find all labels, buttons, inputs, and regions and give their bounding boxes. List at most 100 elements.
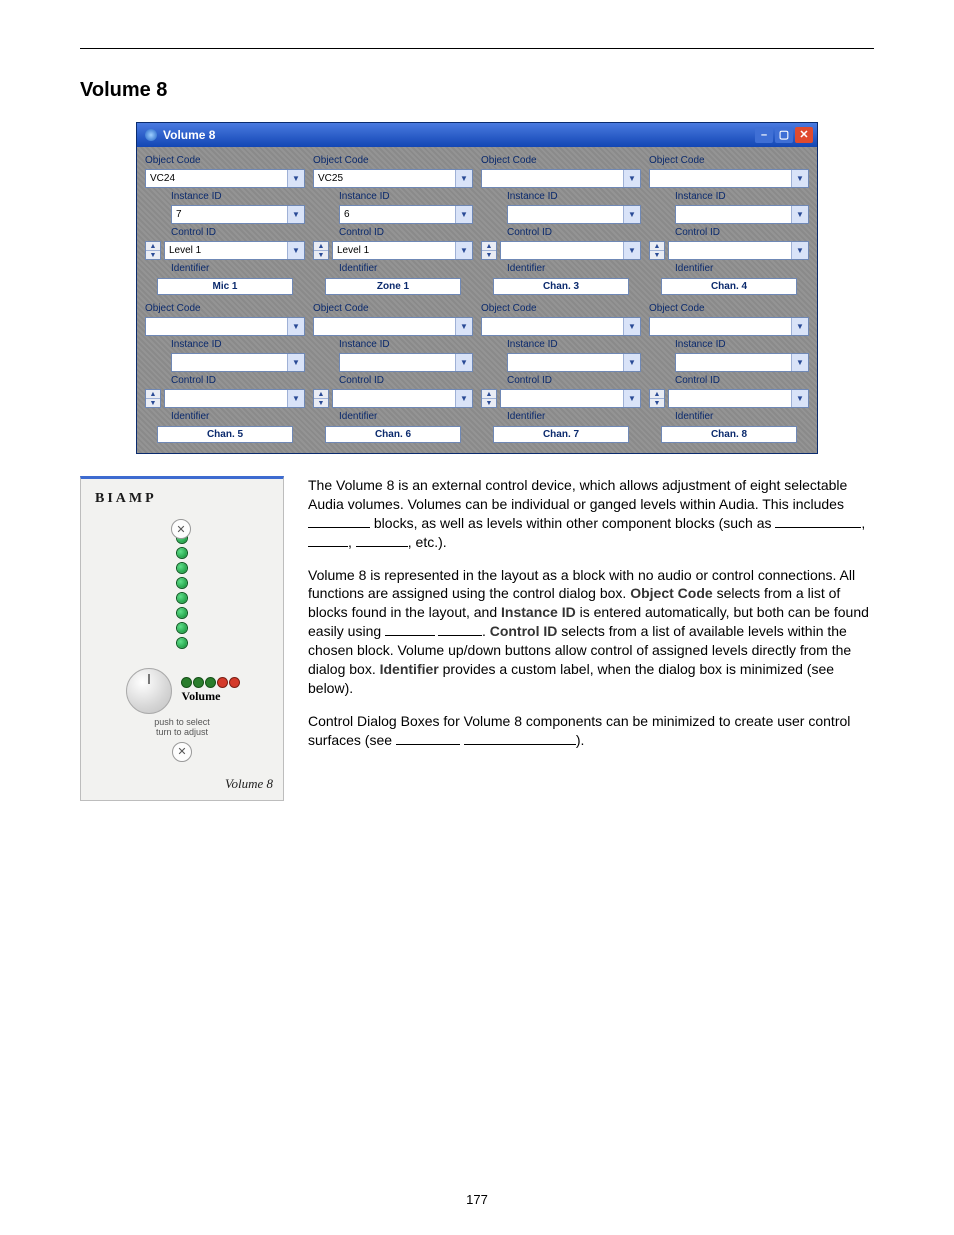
link-blank[interactable] <box>464 744 576 745</box>
link-blank[interactable] <box>396 744 460 745</box>
channel-cell: Object Code ▼ Instance ID ▼ Control ID ▲… <box>313 303 473 443</box>
instance-id-combo[interactable]: ▼ <box>675 353 809 372</box>
push-line-2: turn to adjust <box>154 728 210 738</box>
identifier-label: Identifier <box>339 263 473 274</box>
identifier-field[interactable]: Chan. 8 <box>661 426 797 443</box>
spinner-up-icon: ▲ <box>482 390 496 398</box>
level-spinner[interactable]: ▲▼ <box>145 241 161 260</box>
link-blank[interactable] <box>438 635 482 636</box>
control-id-label: Control ID <box>339 375 473 386</box>
body-text: The Volume 8 is an external control devi… <box>308 476 874 764</box>
key-object-code: Object Code <box>630 585 712 601</box>
object-code-combo[interactable]: ▼ <box>313 317 473 336</box>
identifier-field[interactable]: Mic 1 <box>157 278 293 295</box>
instance-id-combo[interactable]: ▼ <box>339 353 473 372</box>
meter-dot <box>206 678 215 687</box>
spinner-down-icon: ▼ <box>146 398 160 407</box>
spinner-up-icon: ▲ <box>314 390 328 398</box>
object-code-combo[interactable]: ▼ <box>145 317 305 336</box>
text: The Volume 8 is an external control devi… <box>308 477 847 512</box>
chevron-down-icon: ▼ <box>791 242 808 259</box>
control-id-combo[interactable]: Level 1▼ <box>164 241 305 260</box>
object-code-combo[interactable]: ▼ <box>481 317 641 336</box>
volume-label: Volume <box>182 689 239 704</box>
object-code-label: Object Code <box>145 155 305 166</box>
instance-id-label: Instance ID <box>675 339 809 350</box>
dialog-body: Object Code VC24▼ Instance ID 7▼ Control… <box>137 147 817 453</box>
level-spinner[interactable]: ▲▼ <box>481 241 497 260</box>
object-code-combo[interactable]: VC24 ▼ <box>145 169 305 188</box>
control-id-combo[interactable]: ▼ <box>668 241 809 260</box>
instance-id-label: Instance ID <box>171 191 305 202</box>
object-code-combo[interactable]: VC25▼ <box>313 169 473 188</box>
paragraph-1: The Volume 8 is an external control devi… <box>308 476 874 552</box>
text: blocks, as well as levels within other c… <box>374 515 776 531</box>
top-rule <box>80 48 874 49</box>
level-spinner[interactable]: ▲▼ <box>649 241 665 260</box>
spinner-down-icon: ▼ <box>314 398 328 407</box>
object-code-combo[interactable]: ▼ <box>649 169 809 188</box>
control-id-label: Control ID <box>675 375 809 386</box>
chevron-down-icon: ▼ <box>455 206 472 223</box>
identifier-field[interactable]: Chan. 6 <box>325 426 461 443</box>
device-illustration: BIAMP ✕ <box>80 476 284 801</box>
chevron-down-icon: ▼ <box>287 390 304 407</box>
instance-id-combo[interactable]: ▼ <box>675 205 809 224</box>
key-control-id: Control ID <box>490 623 558 639</box>
close-button[interactable]: ✕ <box>795 127 813 143</box>
instance-id-combo[interactable]: ▼ <box>507 353 641 372</box>
identifier-field[interactable]: Chan. 3 <box>493 278 629 295</box>
level-spinner[interactable]: ▲▼ <box>481 389 497 408</box>
maximize-button[interactable]: ▢ <box>775 127 793 143</box>
text: , etc.). <box>408 534 447 550</box>
text: . <box>482 623 490 639</box>
identifier-field[interactable]: Chan. 4 <box>661 278 797 295</box>
identifier-label: Identifier <box>339 411 473 422</box>
control-id-label: Control ID <box>675 227 809 238</box>
chevron-down-icon: ▼ <box>455 354 472 371</box>
combo-value: 7 <box>176 209 182 220</box>
led <box>177 638 187 648</box>
link-blank[interactable] <box>385 635 435 636</box>
control-id-combo[interactable]: ▼ <box>332 389 473 408</box>
minimize-button[interactable]: – <box>755 127 773 143</box>
instance-id-combo[interactable]: 6▼ <box>339 205 473 224</box>
level-spinner[interactable]: ▲▼ <box>313 241 329 260</box>
chevron-down-icon: ▼ <box>623 170 640 187</box>
control-id-combo[interactable]: ▼ <box>668 389 809 408</box>
control-id-combo[interactable]: ▼ <box>164 389 305 408</box>
level-spinner[interactable]: ▲▼ <box>313 389 329 408</box>
link-blank[interactable] <box>356 546 408 547</box>
volume-knob <box>126 668 172 714</box>
link-blank[interactable] <box>775 527 861 528</box>
instance-id-combo[interactable]: ▼ <box>507 205 641 224</box>
identifier-field[interactable]: Zone 1 <box>325 278 461 295</box>
identifier-field[interactable]: Chan. 5 <box>157 426 293 443</box>
meter-dot <box>230 678 239 687</box>
level-spinner[interactable]: ▲▼ <box>145 389 161 408</box>
chevron-down-icon: ▼ <box>287 170 304 187</box>
object-code-combo[interactable]: ▼ <box>649 317 809 336</box>
chevron-down-icon: ▼ <box>287 318 304 335</box>
push-instructions: push to select turn to adjust <box>154 718 210 738</box>
instance-id-combo[interactable]: ▼ <box>171 353 305 372</box>
chevron-down-icon: ▼ <box>791 354 808 371</box>
link-blank[interactable] <box>308 546 348 547</box>
level-spinner[interactable]: ▲▼ <box>649 389 665 408</box>
window-title: Volume 8 <box>163 128 215 142</box>
spinner-up-icon: ▲ <box>482 242 496 250</box>
instance-id-combo[interactable]: 7▼ <box>171 205 305 224</box>
object-code-label: Object Code <box>145 303 305 314</box>
link-blank[interactable] <box>308 527 370 528</box>
identifier-field[interactable]: Chan. 7 <box>493 426 629 443</box>
control-id-combo[interactable]: ▼ <box>500 241 641 260</box>
combo-value: VC24 <box>150 173 175 184</box>
app-icon <box>145 129 157 141</box>
control-id-combo[interactable]: ▼ <box>500 389 641 408</box>
chevron-down-icon: ▼ <box>623 318 640 335</box>
control-id-combo[interactable]: Level 1▼ <box>332 241 473 260</box>
spinner-down-icon: ▼ <box>146 250 160 259</box>
chevron-down-icon: ▼ <box>455 318 472 335</box>
object-code-combo[interactable]: ▼ <box>481 169 641 188</box>
combo-value: 6 <box>344 209 350 220</box>
